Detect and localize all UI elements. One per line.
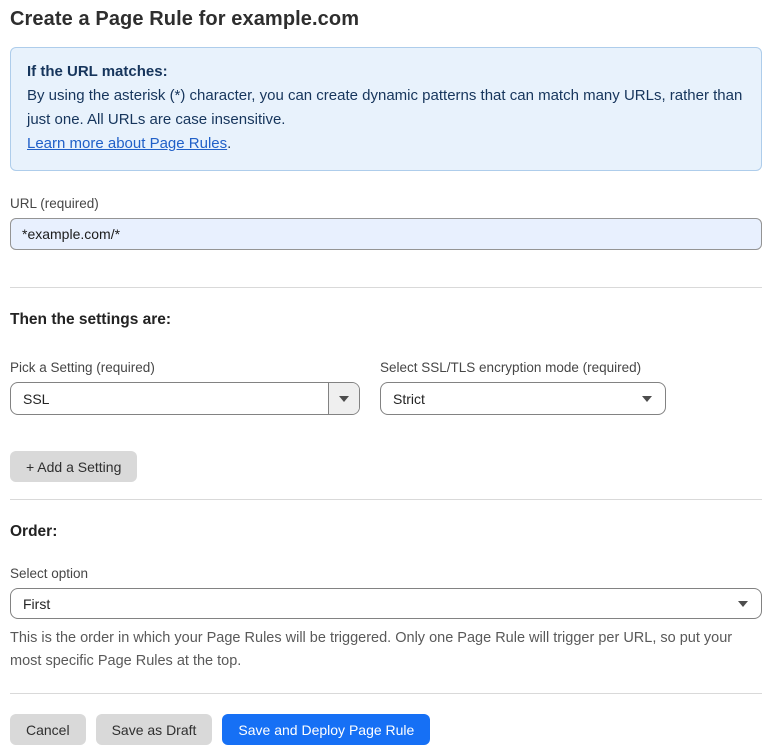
url-match-info-box: If the URL matches: By using the asteris… [10, 47, 762, 171]
ssl-mode-arrow-area [629, 383, 665, 414]
settings-section-heading: Then the settings are: [10, 311, 172, 328]
order-select-label: Select option [10, 566, 89, 581]
setting-picker-column: Pick a Setting (required) SSL [10, 329, 360, 415]
order-select-arrow-area [725, 589, 761, 618]
divider [10, 693, 762, 694]
page-title: Create a Page Rule for example.com [10, 8, 360, 30]
dropdown-arrow-icon [738, 600, 748, 607]
info-box-heading: If the URL matches: [27, 63, 168, 80]
form-actions: Cancel Save as Draft Save and Deploy Pag… [10, 714, 762, 745]
ssl-mode-select[interactable]: Strict [380, 382, 666, 415]
url-input[interactable] [10, 218, 762, 250]
setting-picker-value: SSL [23, 390, 50, 407]
ssl-mode-value: Strict [393, 390, 425, 407]
setting-picker-select[interactable]: SSL [10, 382, 360, 415]
create-page-rule-form: Create a Page Rule for example.com If th… [0, 0, 772, 745]
divider [10, 499, 762, 500]
order-select-value: First [23, 595, 51, 612]
learn-more-link[interactable]: Learn more about Page Rules [27, 135, 227, 152]
order-section-heading: Order: [10, 523, 58, 540]
save-as-draft-button[interactable]: Save as Draft [95, 714, 213, 745]
cancel-button[interactable]: Cancel [10, 714, 86, 745]
order-help-text: This is the order in which your Page Rul… [10, 630, 733, 669]
ssl-mode-label: Select SSL/TLS encryption mode (required… [380, 360, 642, 375]
ssl-mode-column: Select SSL/TLS encryption mode (required… [380, 329, 666, 415]
order-select[interactable]: First [10, 588, 762, 619]
setting-picker-label: Pick a Setting (required) [10, 360, 155, 375]
save-and-deploy-button[interactable]: Save and Deploy Page Rule [222, 714, 431, 745]
url-field-label: URL (required) [10, 196, 99, 211]
divider [10, 287, 762, 288]
info-box-link-line: Learn more about Page Rules. [27, 132, 745, 156]
info-box-body: By using the asterisk (*) character, you… [27, 87, 743, 128]
setting-picker-arrow-button[interactable] [328, 383, 359, 414]
dropdown-arrow-icon [642, 395, 652, 402]
add-setting-button[interactable]: + Add a Setting [10, 451, 138, 482]
dropdown-arrow-icon [339, 395, 349, 402]
link-period: . [227, 135, 232, 152]
settings-selects-row: Pick a Setting (required) SSL Select SSL… [10, 329, 762, 415]
